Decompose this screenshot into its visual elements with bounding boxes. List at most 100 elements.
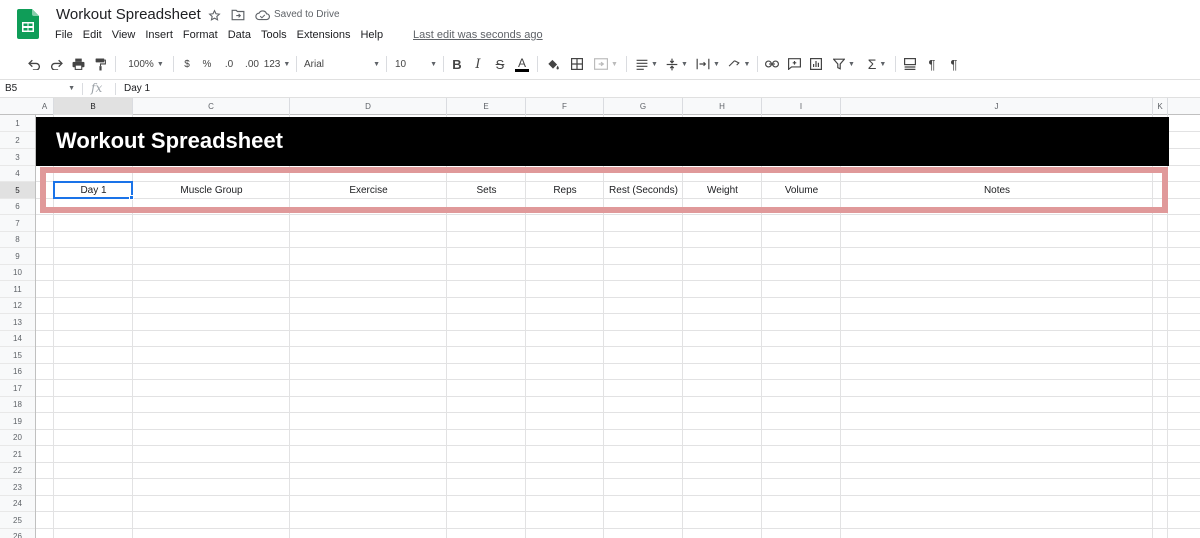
gridline-horizontal [36,528,1200,529]
move-folder-icon[interactable] [230,7,246,23]
column-header-g[interactable]: G [604,98,683,115]
chevron-down-icon: ▼ [651,60,658,68]
gridline-horizontal [36,396,1200,397]
cell-grid[interactable]: Workout Spreadsheet Day 1 Muscle Group Exe… [36,115,1200,538]
vertical-align-icon[interactable]: ▼ [664,55,690,73]
cloud-saved-icon[interactable] [254,7,270,23]
last-edit-link[interactable]: Last edit was seconds ago [413,28,543,42]
menu-view[interactable]: View [107,28,141,42]
percent-format-button[interactable]: % [200,55,214,73]
column-header-b[interactable]: B [54,98,133,115]
star-icon[interactable] [206,7,222,23]
column-header-k[interactable]: K [1153,98,1168,115]
redo-icon[interactable] [48,55,64,73]
text-rotate-icon[interactable]: ▼ [726,55,752,73]
row-header-25[interactable]: 25 [0,512,35,529]
save-status: Saved to Drive [274,9,340,20]
font-size-select[interactable]: 10 ▼ [395,55,437,73]
document-title[interactable]: Workout Spreadsheet [56,6,201,23]
toolbar: 100% ▼ $ % .0 .00 123 ▼ Arial ▼ 10 ▼ B I S A [0,49,1200,80]
row-header-3[interactable]: 3 [0,149,35,166]
row-header-19[interactable]: 19 [0,413,35,430]
currency-format-button[interactable]: $ [180,55,194,73]
row-header-2[interactable]: 2 [0,132,35,149]
row-header-17[interactable]: 17 [0,380,35,397]
row-header-9[interactable]: 9 [0,248,35,265]
increase-decimal-label: .00 [245,58,259,70]
toolbar-divider [115,56,116,72]
increase-decimal-button[interactable]: .00 [243,55,261,73]
name-box[interactable]: B5 ▼ [5,82,75,96]
text-color-icon[interactable]: A [514,55,530,73]
row-header-15[interactable]: 15 [0,347,35,364]
row-header-6[interactable]: 6 [0,199,35,215]
column-header-h[interactable]: H [683,98,762,115]
row-header-18[interactable]: 18 [0,397,35,413]
row-header-1[interactable]: 1 [0,115,35,132]
zoom-select[interactable]: 100% ▼ [124,55,168,73]
row-header-14[interactable]: 14 [0,331,35,347]
row-header-7[interactable]: 7 [0,215,35,232]
row-header-13[interactable]: 13 [0,314,35,331]
chevron-down-icon: ▼ [713,60,720,68]
menu-extensions[interactable]: Extensions [292,28,356,42]
paint-format-icon[interactable] [92,55,108,73]
row-header-11[interactable]: 11 [0,281,35,298]
bold-icon[interactable]: B [450,55,464,73]
column-header-a[interactable]: A [36,98,54,115]
filter-icon[interactable]: ▼ [830,55,858,73]
formula-input[interactable]: Day 1 [124,82,150,96]
horizontal-align-icon[interactable]: ▼ [634,55,660,73]
text-wrap-icon[interactable]: ▼ [694,55,722,73]
font-family-select[interactable]: Arial ▼ [304,55,380,73]
column-header-i[interactable]: I [762,98,841,115]
row-header-20[interactable]: 20 [0,430,35,446]
title-bar: Workout Spreadsheet Saved to Drive File … [0,0,1200,48]
more-formats-button[interactable]: 123 ▼ [264,55,291,73]
italic-icon[interactable]: I [471,55,485,73]
row-header-16[interactable]: 16 [0,364,35,380]
column-header-c[interactable]: C [133,98,290,115]
fill-handle[interactable] [129,195,134,200]
column-header-d[interactable]: D [290,98,447,115]
decrease-decimal-button[interactable]: .0 [220,55,238,73]
row-header-24[interactable]: 24 [0,496,35,512]
insert-chart-icon[interactable] [808,55,824,73]
insert-link-icon[interactable] [764,55,780,73]
toolbar-divider [895,56,896,72]
paragraph-rtl-icon[interactable]: ¶ [946,55,962,73]
fill-color-icon[interactable] [545,55,561,73]
sheets-logo-icon[interactable] [17,9,39,39]
column-header-f[interactable]: F [526,98,604,115]
row-header-10[interactable]: 10 [0,265,35,281]
column-header-e[interactable]: E [447,98,526,115]
row-header-8[interactable]: 8 [0,232,35,248]
menu-data[interactable]: Data [223,28,256,42]
menu-help[interactable]: Help [355,28,388,42]
strikethrough-icon[interactable]: S [493,55,507,73]
insert-comment-icon[interactable] [786,55,802,73]
undo-icon[interactable] [26,55,42,73]
row-header-12[interactable]: 12 [0,298,35,314]
row-header-5[interactable]: 5 [0,182,35,199]
merge-cells-icon[interactable]: ▼ [591,55,621,73]
gridline-horizontal [36,313,1200,314]
row-header-26[interactable]: 26 [0,529,35,538]
input-tools-icon[interactable] [902,55,918,73]
functions-icon[interactable]: Σ ▼ [864,55,890,73]
formula-divider [115,83,116,95]
paragraph-ltr-icon[interactable]: ¶ [924,55,940,73]
borders-icon[interactable] [569,55,585,73]
row-header-22[interactable]: 22 [0,463,35,479]
banner-title[interactable]: Workout Spreadsheet [56,128,283,154]
menu-edit[interactable]: Edit [78,28,107,42]
column-header-j[interactable]: J [841,98,1153,115]
menu-format[interactable]: Format [178,28,223,42]
print-icon[interactable] [70,55,86,73]
menu-file[interactable]: File [50,28,78,42]
menu-tools[interactable]: Tools [256,28,292,42]
row-header-4[interactable]: 4 [0,166,35,182]
row-header-21[interactable]: 21 [0,446,35,463]
menu-insert[interactable]: Insert [140,28,178,42]
row-header-23[interactable]: 23 [0,479,35,496]
